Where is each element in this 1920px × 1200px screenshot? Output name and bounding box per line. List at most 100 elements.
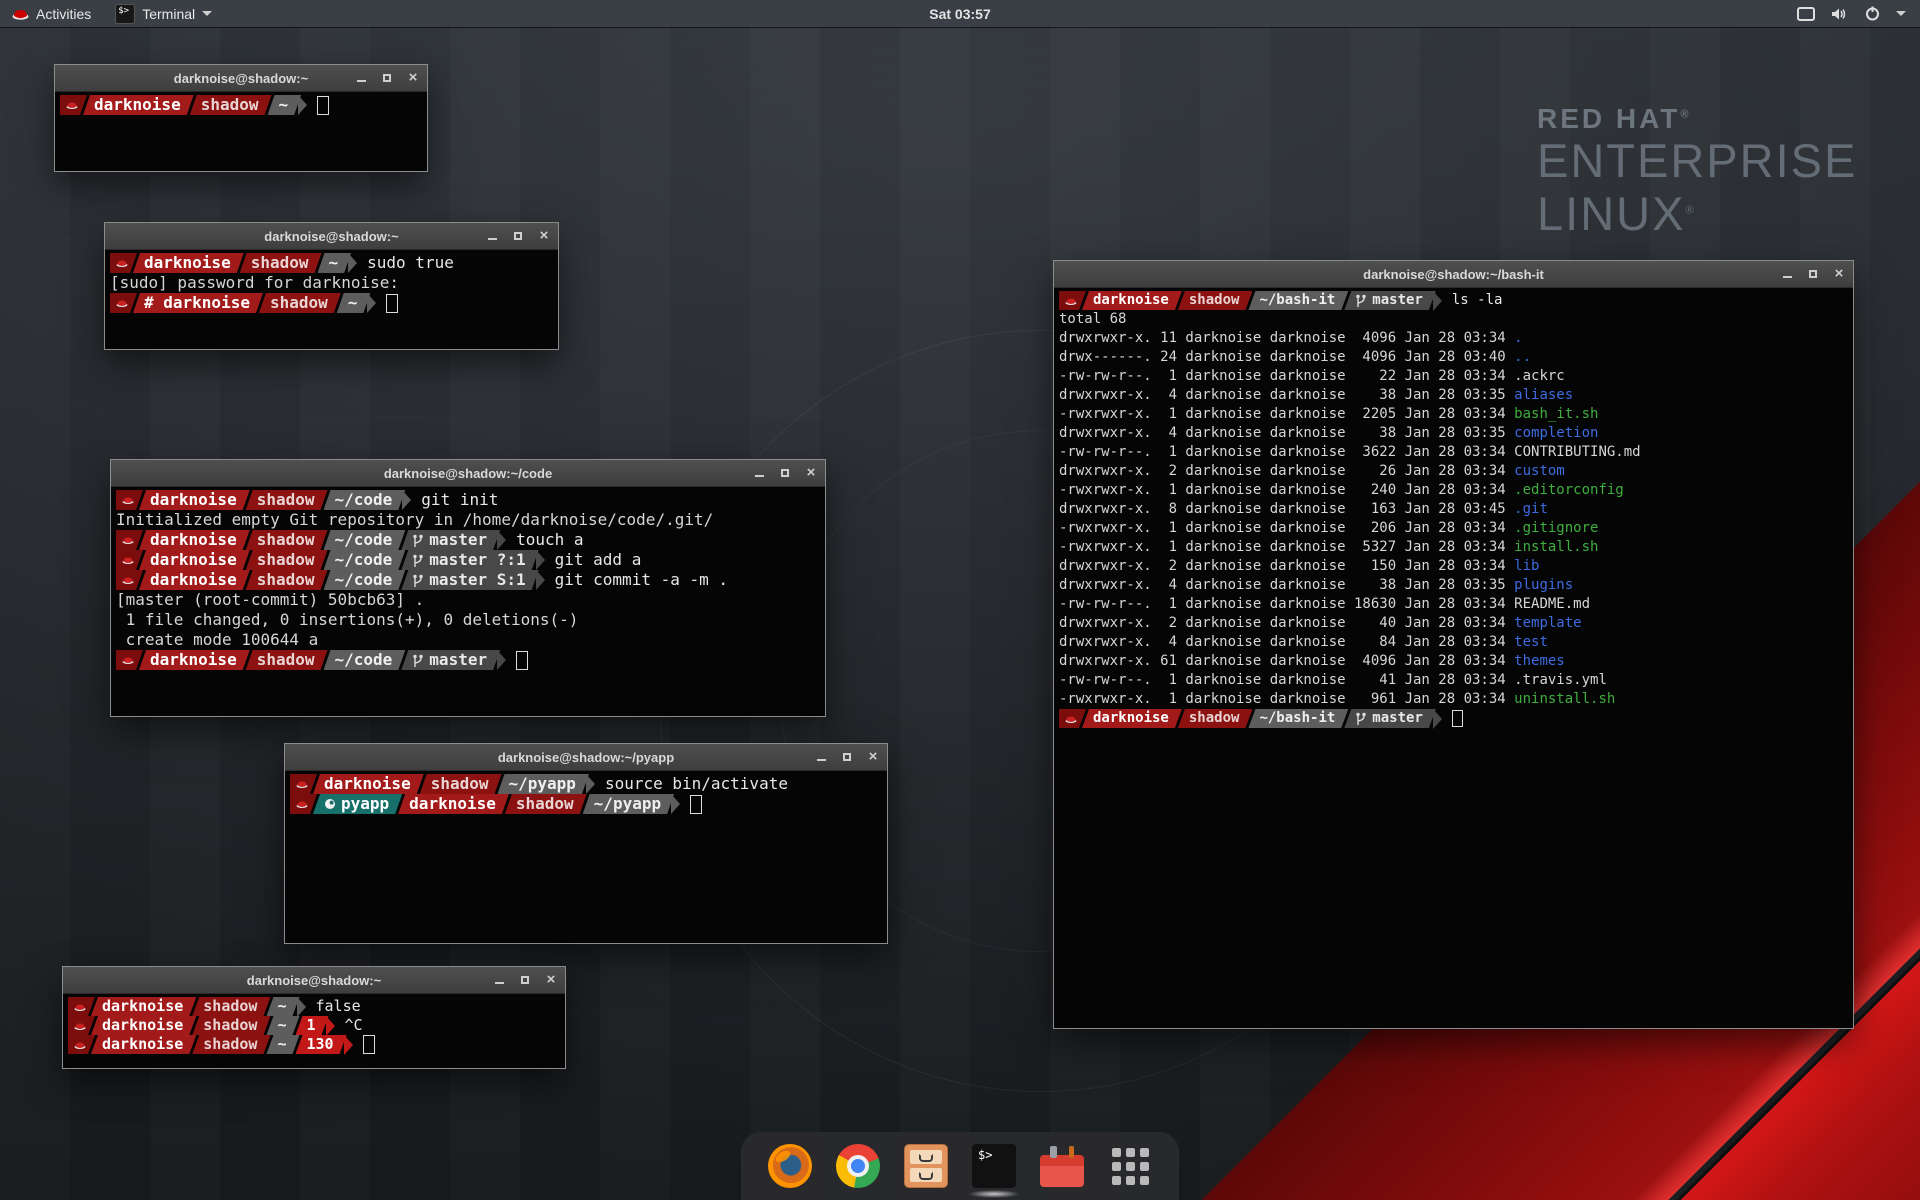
window-titlebar[interactable]: darknoise@shadow:~× bbox=[105, 223, 558, 250]
terminal-prompt-line: darknoiseshadow~130 bbox=[68, 1035, 560, 1054]
terminal-window[interactable]: darknoise@shadow:~/pyapp×darknoiseshadow… bbox=[284, 743, 888, 944]
prompt-segment-user: darknoise bbox=[313, 774, 424, 794]
window-titlebar[interactable]: darknoise@shadow:~/code× bbox=[111, 460, 825, 487]
terminal-window[interactable]: darknoise@shadow:~/bash-it× darknoiseshad… bbox=[1053, 260, 1854, 1029]
maximize-button[interactable] bbox=[841, 751, 853, 763]
redhat-icon bbox=[122, 555, 134, 565]
terminal-content[interactable]: darknoiseshadow~/pyapp source bin/activat… bbox=[285, 771, 887, 817]
terminal-content[interactable]: darknoiseshadow~/codegit initInitialized… bbox=[111, 487, 825, 673]
terminal-prompt-line: darknoiseshadow~/bash-itmaster bbox=[1059, 709, 1848, 728]
window-buttons: × bbox=[355, 65, 419, 91]
dock: $> bbox=[741, 1132, 1179, 1200]
prompt-segment-host: shadow bbox=[246, 550, 328, 570]
close-button[interactable]: × bbox=[805, 467, 817, 479]
maximize-button[interactable] bbox=[1807, 268, 1819, 280]
close-button[interactable]: × bbox=[407, 72, 419, 84]
prompt-segment-user: darknoise bbox=[91, 1016, 196, 1035]
command-text: git commit -a -m . bbox=[555, 570, 728, 590]
terminal-cursor[interactable] bbox=[363, 1035, 375, 1054]
app-grid-icon[interactable] bbox=[1107, 1143, 1153, 1189]
terminal-cursor[interactable] bbox=[386, 294, 398, 313]
prompt-segment-git: master bbox=[1344, 291, 1436, 310]
file-attrs: -rwxrwxr-x. 1 darknoise darknoise 961 Ja… bbox=[1059, 691, 1514, 707]
terminal-icon[interactable]: $> bbox=[971, 1143, 1017, 1189]
prompt-segment-host: shadow bbox=[420, 774, 502, 794]
window-titlebar[interactable]: darknoise@shadow:~× bbox=[63, 967, 565, 994]
terminal-output-line: [sudo] password for darknoise: bbox=[110, 273, 553, 293]
maximize-glyph bbox=[1809, 270, 1817, 278]
redhat-icon bbox=[74, 1002, 86, 1012]
terminal-window[interactable]: darknoise@shadow:~×darknoiseshadow~false… bbox=[62, 966, 566, 1069]
terminal-prompt-line: darknoiseshadow~false bbox=[68, 997, 560, 1016]
terminal-output-line: [master (root-commit) 50bcb63] . bbox=[116, 590, 820, 610]
terminal-content[interactable]: darknoiseshadow~/bash-itmasterls -latota… bbox=[1054, 288, 1853, 731]
firefox-icon[interactable] bbox=[767, 1143, 813, 1189]
terminal-cursor[interactable] bbox=[1452, 710, 1463, 727]
caret-down-icon[interactable] bbox=[1896, 11, 1906, 16]
prompt-segment-dir: ~ bbox=[266, 997, 299, 1016]
redhat-icon bbox=[122, 495, 134, 505]
file-attrs: drwxrwxr-x. 4 darknoise darknoise 38 Jan… bbox=[1059, 577, 1514, 593]
minimize-button[interactable] bbox=[486, 230, 498, 242]
file-name: .git bbox=[1514, 501, 1548, 517]
toolbox-icon[interactable] bbox=[1039, 1143, 1085, 1189]
prompt-segment-user: darknoise bbox=[139, 650, 250, 670]
terminal-window[interactable]: darknoise@shadow:~×darknoiseshadow~sudo … bbox=[104, 222, 559, 350]
terminal-content[interactable]: darknoiseshadow~ bbox=[55, 92, 427, 118]
git-branch-icon bbox=[412, 574, 424, 587]
command-text: ls -la bbox=[1452, 291, 1503, 310]
close-button[interactable]: × bbox=[545, 974, 557, 986]
terminal-content[interactable]: darknoiseshadow~sudo true[sudo] password… bbox=[105, 250, 558, 316]
prompt-os-chip bbox=[116, 650, 143, 670]
file-list-row: drwxrwxr-x. 8 darknoise darknoise 163 Ja… bbox=[1059, 500, 1848, 519]
maximize-glyph bbox=[521, 976, 529, 984]
window-title: darknoise@shadow:~/code bbox=[111, 466, 825, 481]
file-attrs: -rw-rw-r--. 1 darknoise darknoise 41 Jan… bbox=[1059, 672, 1514, 688]
volume-icon[interactable] bbox=[1831, 7, 1849, 21]
terminal-cursor[interactable] bbox=[516, 651, 528, 670]
file-list-row: drwxrwxr-x. 4 darknoise darknoise 84 Jan… bbox=[1059, 633, 1848, 652]
minimize-button[interactable] bbox=[753, 467, 765, 479]
minimize-button[interactable] bbox=[1781, 268, 1793, 280]
minimize-button[interactable] bbox=[815, 751, 827, 763]
clock[interactable]: Sat 03:57 bbox=[0, 6, 1920, 22]
prompt-os-chip bbox=[68, 1035, 95, 1054]
file-attrs: drwxrwxr-x. 4 darknoise darknoise 84 Jan… bbox=[1059, 634, 1514, 650]
power-icon[interactable] bbox=[1865, 6, 1880, 21]
file-list-row: drwxrwxr-x. 4 darknoise darknoise 38 Jan… bbox=[1059, 386, 1848, 405]
close-button[interactable]: × bbox=[538, 230, 550, 242]
display-icon[interactable] bbox=[1797, 7, 1815, 21]
prompt-os-chip bbox=[60, 95, 87, 115]
maximize-button[interactable] bbox=[512, 230, 524, 242]
prompt-segment-dir: ~/code bbox=[324, 490, 406, 510]
terminal-window[interactable]: darknoise@shadow:~/code× darknoise shadow ~… bbox=[110, 459, 826, 717]
terminal-prompt-line: darknoiseshadow~1^C bbox=[68, 1016, 560, 1035]
prompt-segment-git: master S:1 bbox=[401, 570, 538, 590]
prompt-segment-dir: ~/pyapp bbox=[498, 774, 589, 794]
terminal-cursor[interactable] bbox=[690, 795, 702, 814]
file-manager-icon[interactable] bbox=[903, 1143, 949, 1189]
window-titlebar[interactable]: darknoise@shadow:~× bbox=[55, 65, 427, 92]
file-list-row: -rw-rw-r--. 1 darknoise darknoise 18630 … bbox=[1059, 595, 1848, 614]
window-titlebar[interactable]: darknoise@shadow:~/bash-it× bbox=[1054, 261, 1853, 288]
terminal-content[interactable]: darknoiseshadow~falsedarknoiseshadow~1^C… bbox=[63, 994, 565, 1057]
terminal-prompt-line: # darknoiseshadow~ bbox=[110, 293, 553, 313]
minimize-button[interactable] bbox=[355, 72, 367, 84]
close-button[interactable]: × bbox=[867, 751, 879, 763]
chrome-icon[interactable] bbox=[835, 1143, 881, 1189]
terminal-cursor[interactable] bbox=[317, 96, 329, 115]
maximize-button[interactable] bbox=[779, 467, 791, 479]
close-button[interactable]: × bbox=[1833, 268, 1845, 280]
terminal-window[interactable]: darknoise@shadow:~×darknoiseshadow~ bbox=[54, 64, 428, 172]
minimize-button[interactable] bbox=[493, 974, 505, 986]
prompt-segment-host: shadow bbox=[190, 95, 272, 115]
prompt-segment-host: shadow bbox=[192, 997, 270, 1016]
maximize-button[interactable] bbox=[519, 974, 531, 986]
prompt-segment-user: darknoise bbox=[1082, 291, 1182, 310]
prompt-segment-dir: ~/bash-it bbox=[1248, 291, 1348, 310]
command-text: source bin/activate bbox=[605, 774, 788, 794]
maximize-button[interactable] bbox=[381, 72, 393, 84]
window-titlebar[interactable]: darknoise@shadow:~/pyapp× bbox=[285, 744, 887, 771]
prompt-segment-exit: 1 bbox=[296, 1016, 329, 1035]
redhat-icon bbox=[116, 298, 128, 308]
